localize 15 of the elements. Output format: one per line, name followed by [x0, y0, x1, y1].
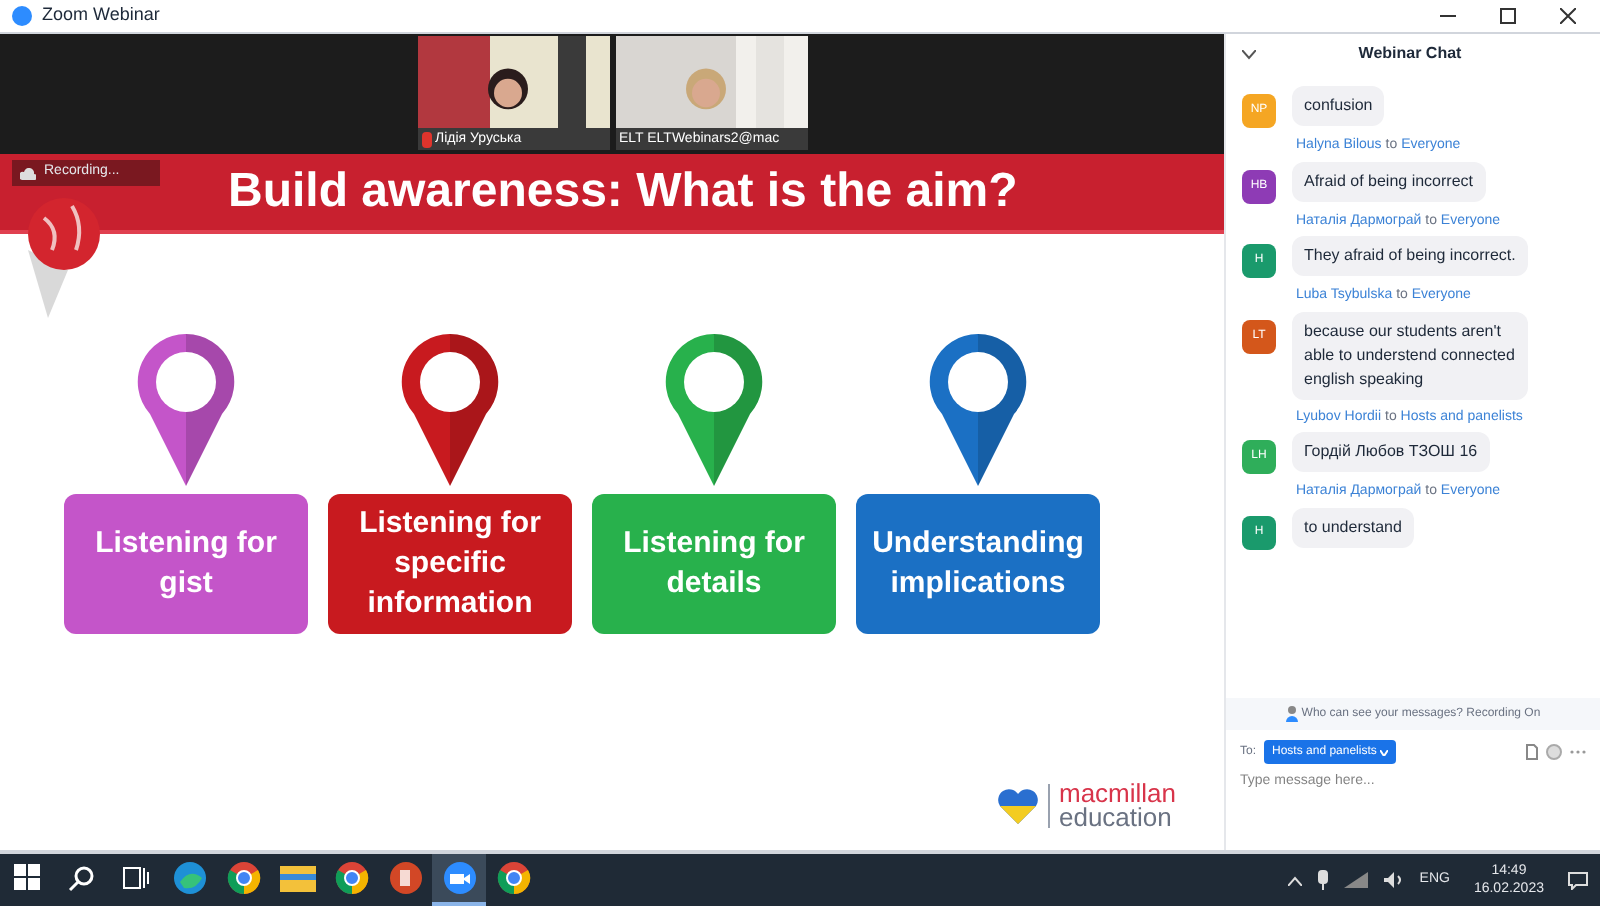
message-bubble: They afraid of being incorrect.	[1292, 236, 1528, 276]
topic-card: Understanding implications	[856, 494, 1100, 634]
logo-text: macmillan	[1058, 782, 1176, 806]
logo-text: education	[1058, 806, 1172, 830]
message-bubble: to understand	[1292, 507, 1414, 547]
topic-card: Listening for gist	[64, 494, 308, 634]
window-title: Zoom Webinar	[42, 2, 160, 29]
topic-card: Listening for specific information	[328, 494, 572, 634]
slide-title: Build awareness: What is the aim?	[228, 162, 1018, 222]
chat-title: Webinar Chat	[1356, 42, 1464, 66]
message-bubble: because our students aren't able to understend connected english speaking	[1292, 311, 1528, 399]
topic-card: Listening for details	[592, 494, 836, 634]
message-bubble: Afraid of being incorrect	[1292, 161, 1485, 201]
message-bubble: Гордій Любов ТЗОШ 16	[1292, 432, 1490, 472]
message-bubble: confusion	[1292, 86, 1385, 126]
